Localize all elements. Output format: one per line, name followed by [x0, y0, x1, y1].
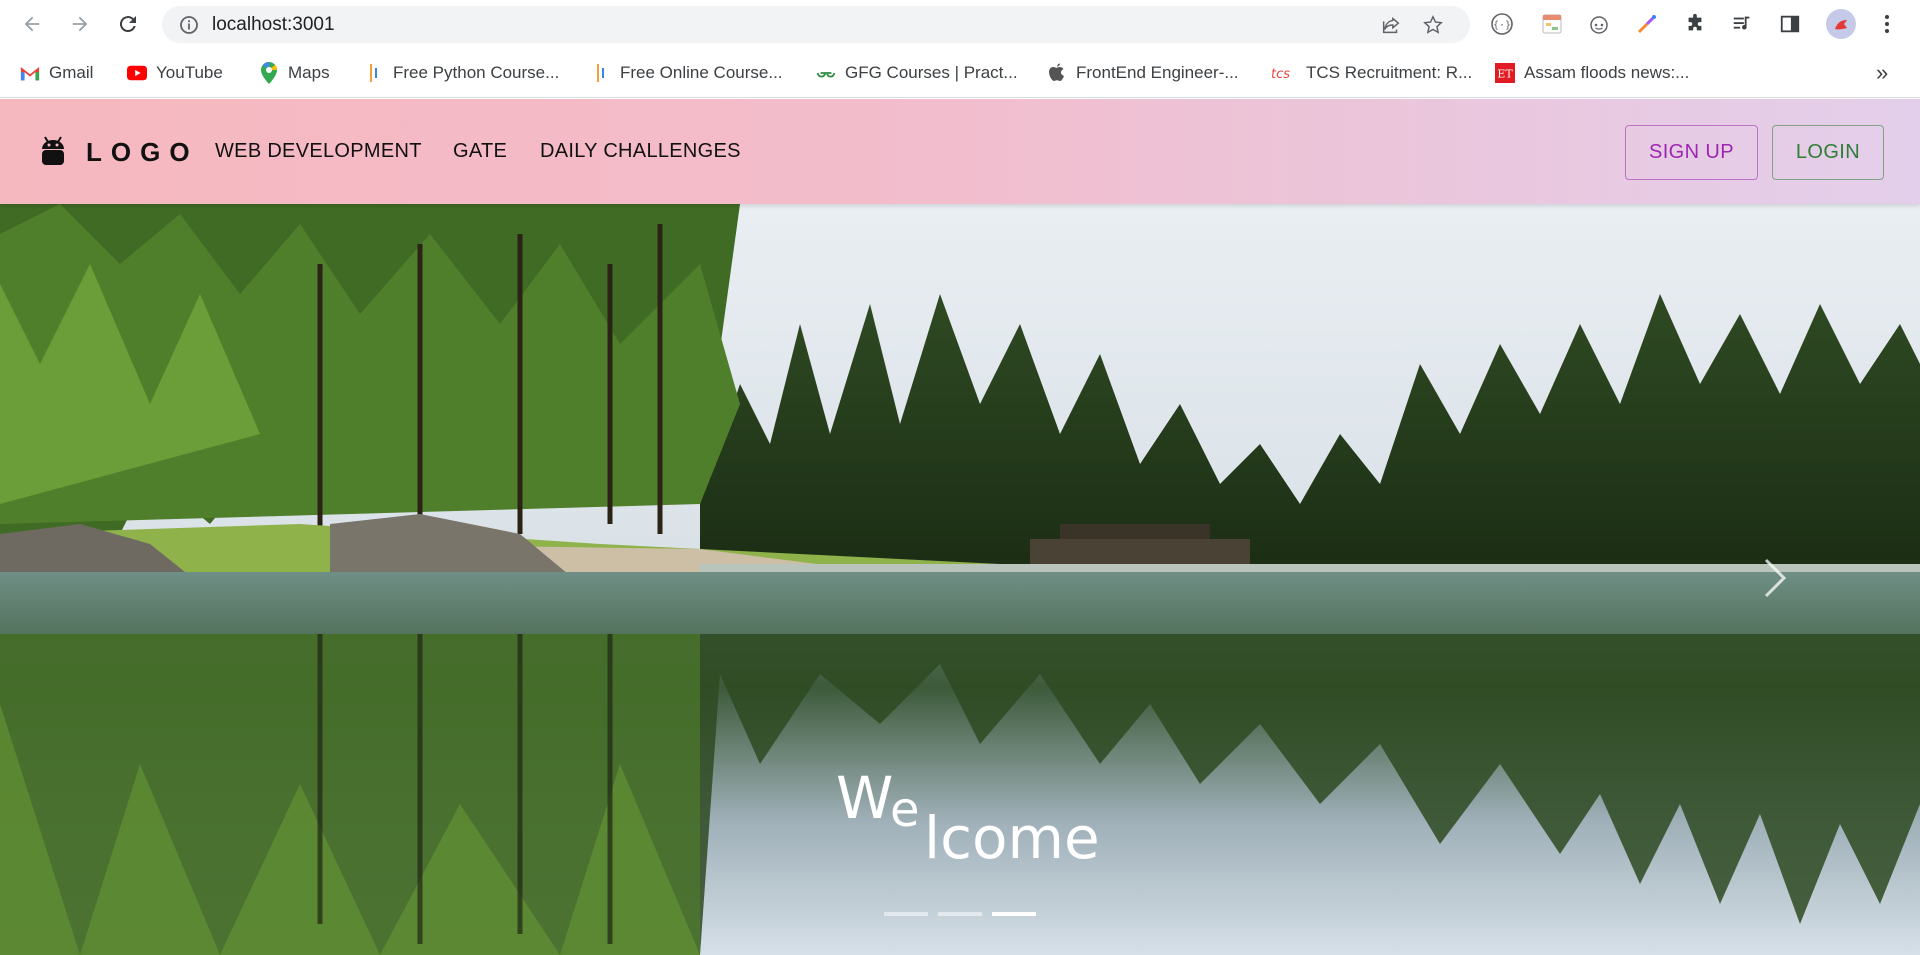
bookmarks-bar: Gmail YouTube Maps Free Python Course...…	[0, 48, 1920, 98]
svg-text:ET: ET	[1497, 68, 1513, 81]
carousel-indicator-2[interactable]	[938, 912, 982, 916]
login-button[interactable]: LOGIN	[1772, 125, 1884, 180]
course-icon	[364, 63, 384, 83]
bookmark-free-online-course[interactable]: Free Online Course...	[591, 60, 783, 86]
carousel-indicator-1[interactable]	[884, 912, 928, 916]
bookmark-label: TCS Recruitment: R...	[1306, 63, 1473, 82]
tcs-icon: tcs	[1271, 63, 1297, 83]
browser-menu-icon[interactable]	[1875, 12, 1899, 36]
side-panel-icon[interactable]	[1778, 12, 1802, 36]
bookmark-label: Maps	[288, 63, 330, 82]
forward-icon[interactable]	[66, 10, 94, 38]
sign-up-button[interactable]: SIGN UP	[1625, 125, 1758, 180]
welcome-letter: W	[836, 764, 894, 832]
nav-gate[interactable]: GATE	[453, 140, 507, 163]
bookmark-label: Assam floods news:...	[1524, 63, 1690, 82]
carousel-indicator-3[interactable]	[992, 912, 1036, 916]
bookmark-gmail[interactable]: Gmail	[20, 60, 93, 86]
maps-icon	[259, 62, 279, 84]
extension-color-picker-icon[interactable]	[1635, 12, 1659, 36]
reload-icon[interactable]	[114, 10, 142, 38]
gfg-icon	[816, 63, 836, 83]
bookmark-star-icon[interactable]	[1422, 14, 1444, 36]
address-bar[interactable]: localhost:3001	[162, 6, 1470, 43]
bookmark-label: GFG Courses | Pract...	[845, 63, 1018, 82]
extensions-puzzle-icon[interactable]	[1683, 12, 1707, 36]
app-bar: LOGO WEB DEVELOPMENT GATE DAILY CHALLENG…	[0, 99, 1920, 204]
bookmark-label: Gmail	[49, 63, 94, 82]
bookmark-label: Free Python Course...	[393, 63, 560, 82]
bookmark-frontend-engineer[interactable]: FrontEnd Engineer-...	[1047, 60, 1239, 86]
bookmark-tcs-recruitment[interactable]: tcs TCS Recruitment: R...	[1271, 60, 1472, 86]
url-text: localhost:3001	[212, 13, 335, 35]
gmail-icon	[20, 63, 40, 83]
course-icon	[591, 63, 611, 83]
nav-daily-challenges[interactable]: DAILY CHALLENGES	[540, 140, 741, 163]
hero-carousel: W e lcome	[0, 204, 1920, 955]
web-page: LOGO WEB DEVELOPMENT GATE DAILY CHALLENG…	[0, 99, 1920, 955]
bookmarks-overflow-button[interactable]: »	[1876, 60, 1888, 86]
carousel-next-icon[interactable]	[1760, 556, 1790, 600]
welcome-heading: W e lcome	[836, 764, 1100, 872]
logo-text[interactable]: LOGO	[86, 137, 199, 168]
nav-web-development[interactable]: WEB DEVELOPMENT	[215, 140, 422, 163]
extension-reddit-icon[interactable]	[1587, 12, 1611, 36]
svg-text:tcs: tcs	[1271, 67, 1290, 80]
share-icon[interactable]	[1380, 14, 1402, 36]
bookmark-youtube[interactable]: YouTube	[127, 60, 223, 86]
welcome-letter: e	[890, 782, 920, 838]
et-icon: ET	[1495, 63, 1515, 83]
android-logo-icon	[40, 135, 66, 167]
profile-avatar[interactable]	[1826, 9, 1856, 39]
svg-text:{·}: {·}	[1493, 20, 1511, 31]
bookmark-assam-floods[interactable]: ET Assam floods news:...	[1495, 60, 1689, 86]
extension-code-icon[interactable]: {·}	[1490, 12, 1514, 36]
bookmark-label: Free Online Course...	[620, 63, 783, 82]
extension-calendar-icon[interactable]	[1540, 12, 1564, 36]
browser-toolbar: localhost:3001 {·}	[0, 0, 1920, 48]
youtube-icon	[127, 63, 147, 83]
bookmark-label: YouTube	[156, 63, 223, 82]
bookmark-gfg-courses[interactable]: GFG Courses | Pract...	[816, 60, 1018, 86]
info-icon[interactable]	[178, 14, 200, 36]
apple-icon	[1047, 63, 1067, 83]
bookmark-maps[interactable]: Maps	[259, 60, 330, 86]
media-queue-icon[interactable]	[1730, 12, 1754, 36]
bookmark-label: FrontEnd Engineer-...	[1076, 63, 1239, 82]
bookmark-free-python-course[interactable]: Free Python Course...	[364, 60, 559, 86]
back-icon[interactable]	[18, 10, 46, 38]
welcome-letter: lcome	[924, 804, 1100, 872]
